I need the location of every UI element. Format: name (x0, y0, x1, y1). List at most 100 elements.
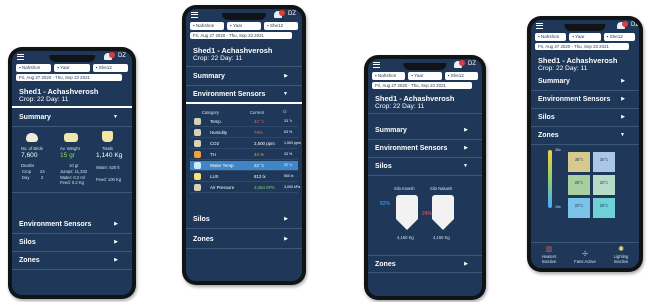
date-range[interactable]: Fri, Aug 27 2020 - Thu, Sep 23 2021 (535, 43, 629, 50)
shed-filter[interactable]: She12 (603, 33, 635, 41)
shed-filter[interactable]: She12 (264, 22, 298, 30)
thermometer-icon (194, 118, 201, 125)
silo-b-kg: 4,150 Kg (433, 235, 450, 240)
notification-badge (622, 21, 628, 27)
sensor-row[interactable]: CO2 2,500 ppm 1,500 ppm (190, 139, 301, 149)
sensor-name: LUX (210, 174, 219, 179)
zone-cell[interactable]: 30°c (593, 152, 615, 172)
chevron-right-icon: ▶ (114, 239, 118, 245)
section-env[interactable]: Environment Sensors ▼ (186, 86, 302, 104)
water-icon (194, 162, 201, 169)
farm-filter[interactable]: Nahshon (190, 22, 224, 30)
user-initials[interactable]: DZ (118, 53, 126, 59)
sensor-row[interactable]: Humidity 78% 63 % (190, 128, 298, 138)
shed-filter[interactable]: She12 (444, 72, 478, 80)
date-range[interactable]: Fri, Aug 27 2020 - Thu, Sep 23 2021 (16, 74, 122, 81)
filter-row: Nahshon Yaar She12 (190, 22, 298, 30)
menu-icon[interactable] (191, 12, 198, 18)
menu-icon[interactable] (373, 62, 380, 68)
chevron-right-icon: ▶ (284, 73, 288, 79)
sensor-name: CO2 (210, 141, 220, 146)
sensor-name: TH (210, 152, 216, 157)
totals-value: 1,140 Kg (96, 152, 123, 159)
silo-a-cone (396, 219, 418, 230)
section-silos[interactable]: Silos ▶ (12, 234, 132, 252)
sensor-row[interactable]: LUX 812 lx 600 lx (190, 172, 298, 182)
section-summary[interactable]: Summary ▶ (368, 122, 482, 140)
user-initials[interactable]: DZ (468, 61, 476, 67)
zone-cell[interactable]: 25°c (593, 198, 615, 218)
sensor-setpoint: 22 °c (284, 163, 293, 167)
sensor-row[interactable]: Air Pressure 3,454 KPA 3,000 kPa (190, 183, 300, 193)
section-zones[interactable]: Zones ▶ (368, 255, 482, 273)
section-label: Silos (375, 163, 392, 170)
zone-cell[interactable]: 28°c (568, 175, 590, 195)
day-label: Day (22, 175, 30, 180)
col-category: Category (202, 110, 219, 115)
heaters-button[interactable]: ▥ Heaters Inactive (535, 245, 563, 264)
section-zones[interactable]: Zones ▼ (531, 127, 639, 145)
section-silos[interactable]: Silos ▶ (531, 109, 639, 127)
site-filter[interactable]: Yaar (408, 72, 442, 80)
farm-filter[interactable]: Nahshon (535, 33, 567, 41)
section-silos[interactable]: Silos ▼ (368, 158, 482, 176)
notification-badge (279, 10, 285, 16)
lighting-button[interactable]: ✺ Lighting Inactive (607, 245, 635, 264)
site-filter[interactable]: Yaar (569, 33, 601, 41)
farm-filter[interactable]: Nahshon (372, 72, 406, 80)
birds-label: No. of Birds (21, 146, 43, 151)
silo-b-cone (432, 219, 454, 230)
farm-filter[interactable]: Nahshon (16, 64, 52, 72)
section-summary[interactable]: Summary ▶ (186, 68, 302, 86)
section-env[interactable]: Environment Sensors ▶ (12, 216, 132, 234)
section-env[interactable]: Environment Sensors ▶ (368, 140, 482, 158)
crop-day: Crop: 22 Day: 11 (375, 103, 425, 110)
sun-icon: ☼ (282, 109, 288, 115)
user-initials[interactable]: DZ (631, 22, 639, 28)
fan-icon: ✢ (582, 251, 588, 258)
site-filter[interactable]: Yaar (227, 22, 261, 30)
cloud-icon (194, 140, 201, 147)
weight-icon (102, 131, 113, 142)
jumps-value: Jumps: 11,332 (60, 169, 88, 174)
menu-icon[interactable] (17, 54, 24, 60)
zone-cell[interactable]: 38°c (568, 152, 590, 172)
zone-cell[interactable]: 20°c (593, 175, 615, 195)
temperature-scale (548, 150, 552, 208)
phone-silos: DZ Nahshon Yaar She12 Fri, Aug 27 2020 -… (364, 55, 486, 300)
notch (403, 63, 447, 70)
crop-day: Crop: 22 Day: 11 (538, 65, 588, 72)
section-silos[interactable]: Silos ▶ (186, 211, 302, 229)
zone-cell[interactable]: 20°c (568, 198, 590, 218)
phone-zones: DZ Nahshon Yaar She12 Fri, Aug 27 2020 -… (527, 16, 643, 272)
site-filter[interactable]: Yaar (54, 64, 90, 72)
date-range[interactable]: Fri, Aug 27 2020 - Thu, Sep 23 2021 (372, 82, 472, 89)
section-summary[interactable]: Summary ▶ (531, 73, 639, 91)
sensor-row-selected[interactable]: Water Temp. 22 °c 22 °c (190, 161, 298, 171)
humidity-icon (194, 129, 201, 136)
user-initials[interactable]: DZ (288, 11, 296, 17)
phone-env: DZ Nahshon Yaar She12 Fri, Aug 27 2020 -… (182, 5, 306, 285)
crop-day: Crop: 22 Day: 11 (193, 55, 243, 62)
shed-filter[interactable]: She12 (92, 64, 128, 72)
date-range[interactable]: Fri, Aug 27 2020 - Thu, Sep 23 2021 (190, 32, 292, 39)
section-env[interactable]: Environment Sensors ▶ (531, 91, 639, 109)
chevron-right-icon: ▶ (621, 78, 625, 84)
chevron-right-icon: ▶ (284, 216, 288, 222)
sensor-setpoint: 33 % (284, 152, 293, 156)
section-zones[interactable]: Zones ▶ (186, 231, 302, 249)
sensor-value: 78% (254, 130, 263, 135)
sensor-row[interactable]: TH 44 % 33 % (190, 150, 298, 160)
section-summary[interactable]: Summary ▼ (12, 109, 132, 127)
fans-button[interactable]: ✢ Fans Active (571, 250, 599, 264)
section-label: Zones (538, 132, 559, 139)
menu-icon[interactable] (536, 23, 543, 29)
section-zones[interactable]: Zones ▶ (12, 252, 132, 270)
sensor-name: Air Pressure (210, 185, 235, 190)
feed-day: Feed: 0.2 Kg (60, 180, 84, 185)
silo-a-graphic (396, 195, 418, 219)
sensor-value: 812 lx (254, 174, 266, 179)
chevron-right-icon: ▶ (464, 145, 468, 151)
sensor-row[interactable]: Temp. 42 °c 33 °c (190, 117, 298, 127)
silo-b-graphic (432, 195, 454, 219)
